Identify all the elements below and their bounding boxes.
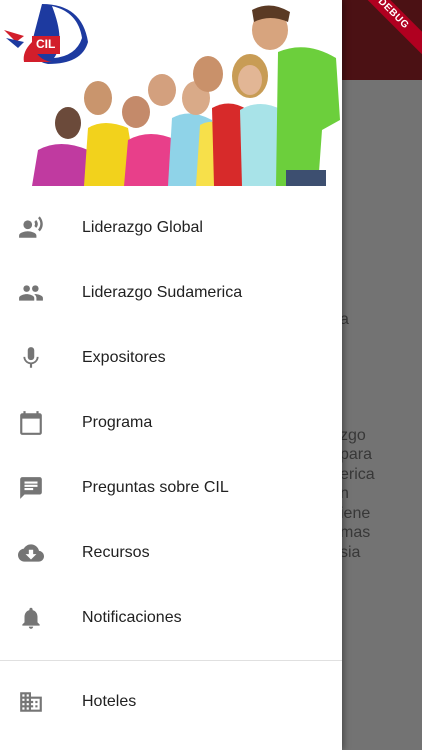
menu-item-label: Preguntas sobre CIL xyxy=(82,478,229,496)
menu-item-label: Liderazgo Global xyxy=(82,218,203,236)
calendar-icon xyxy=(0,410,82,436)
menu-item-label: Liderazgo Sudamerica xyxy=(82,283,243,301)
menu-item-label: Programa xyxy=(82,413,153,431)
menu-item-notificaciones[interactable]: Notificaciones xyxy=(0,585,342,650)
navigation-drawer: CIL Liderazgo Global Liderazgo Sudameric… xyxy=(0,0,342,750)
menu-item-label: Recursos xyxy=(82,543,150,561)
menu-item-preguntas[interactable]: Preguntas sobre CIL xyxy=(0,455,342,520)
menu-item-recursos[interactable]: Recursos xyxy=(0,520,342,585)
menu-item-programa[interactable]: Programa xyxy=(0,390,342,455)
drawer-header: CIL xyxy=(0,0,342,186)
menu-item-expositores[interactable]: Expositores xyxy=(0,325,342,390)
menu-item-hoteles[interactable]: Hoteles xyxy=(0,669,342,734)
drawer-menu: Liderazgo Global Liderazgo Sudamerica Ex… xyxy=(0,186,342,650)
cloud-download-icon xyxy=(0,540,82,566)
drawer-menu-secondary: Hoteles xyxy=(0,669,342,734)
menu-item-label: Hoteles xyxy=(82,692,137,710)
message-icon xyxy=(0,475,82,501)
menu-item-liderazgo-global[interactable]: Liderazgo Global xyxy=(0,195,342,260)
menu-item-label: Notificaciones xyxy=(82,608,182,626)
menu-divider xyxy=(0,660,342,661)
logo-text: CIL xyxy=(36,37,56,51)
speaker-person-icon xyxy=(0,215,82,241)
menu-item-label: Expositores xyxy=(82,348,166,366)
bell-icon xyxy=(0,605,82,631)
menu-item-liderazgo-sudamerica[interactable]: Liderazgo Sudamerica xyxy=(0,260,342,325)
cil-logo xyxy=(4,4,88,64)
people-icon xyxy=(0,280,82,306)
building-icon xyxy=(0,689,82,715)
microphone-icon xyxy=(0,345,82,371)
